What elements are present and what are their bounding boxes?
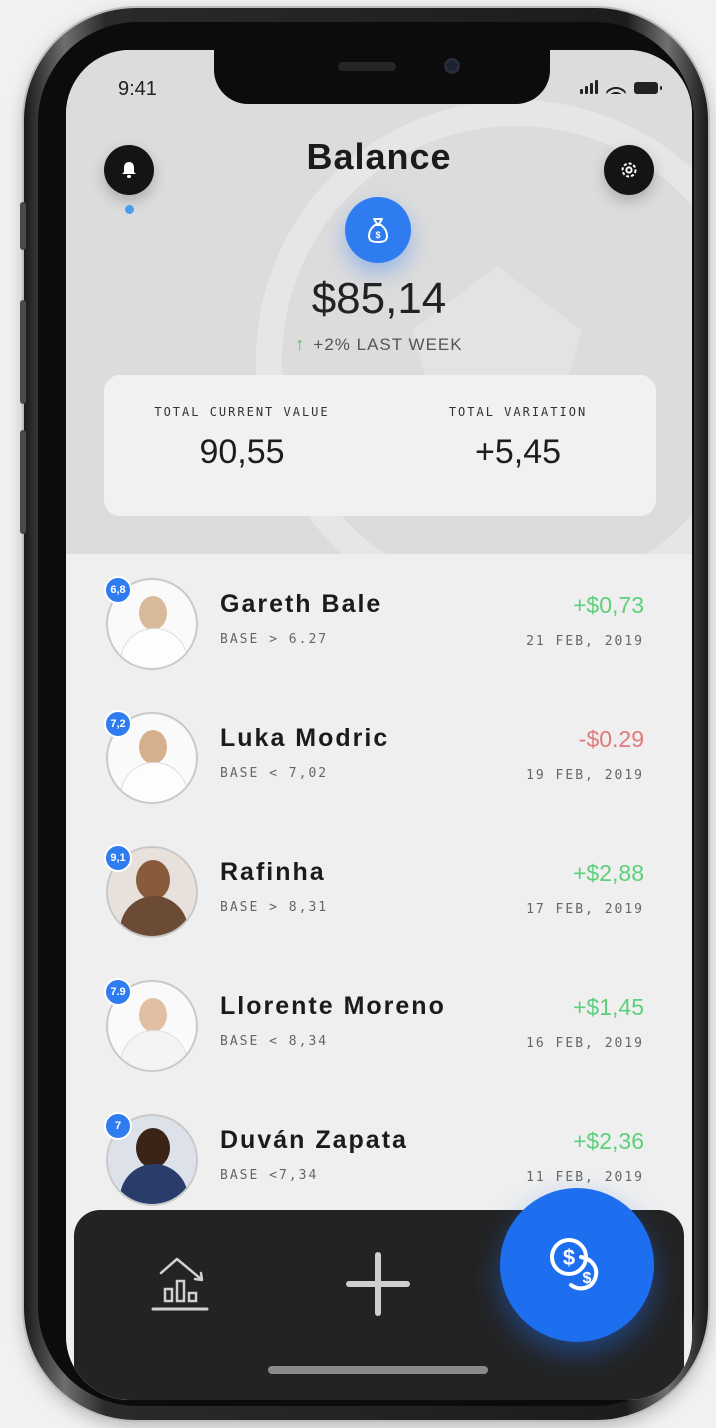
player-date: 21 FEB, 2019 [526,634,644,649]
player-name: Gareth Bale [220,590,383,618]
player-base: BASE < 7,02 [220,766,329,781]
player-date: 11 FEB, 2019 [526,1170,644,1185]
player-row[interactable]: 7.9 Llorente Moreno BASE < 8,34 +$1,45 1… [66,956,692,1086]
total-variation: TOTAL VARIATION +5,45 [380,375,656,516]
tab-stats[interactable] [144,1246,216,1318]
status-time: 9:41 [118,78,157,100]
stats-icon [151,1257,209,1311]
total-variation-label: TOTAL VARIATION [448,405,588,419]
player-base: BASE > 8,31 [220,900,329,915]
tab-add[interactable] [340,1246,416,1322]
home-indicator[interactable] [268,1366,488,1374]
total-variation-amount: +5,45 [474,433,562,471]
mute-switch [20,202,26,250]
balance-amount: $85,14 [311,274,447,323]
player-change: -$0.29 [578,726,644,752]
player-rating-badge: 9,1 [104,844,132,872]
front-camera [444,58,460,74]
player-rating-badge: 7 [104,1112,132,1140]
player-change: +$1,45 [573,994,644,1020]
app-screen: 9:41 Balance $ $85,14 ↑ +2% LAST WEEK TO… [66,50,692,1400]
coins-icon: $ $ [550,1238,599,1291]
wallet-button[interactable]: $ [345,197,411,263]
player-date: 16 FEB, 2019 [526,1036,644,1051]
player-row[interactable]: 9,1 Rafinha BASE > 8,31 +$2,88 17 FEB, 2… [66,822,692,952]
wifi-icon [606,80,626,94]
svg-text:$: $ [563,1245,575,1270]
player-base: BASE > 6.27 [220,632,329,647]
total-current-value-amount: 90,55 [199,433,285,471]
notification-indicator [125,205,134,214]
svg-text:$: $ [583,1270,592,1287]
notch [214,50,550,104]
money-bag-icon: $ [368,218,388,243]
weekly-change-label: +2% LAST WEEK [313,334,463,354]
volume-down-button [20,430,26,534]
weekly-change: ↑ +2% LAST WEEK [66,334,692,355]
settings-button[interactable] [604,145,654,195]
player-change: +$2,36 [573,1128,644,1154]
plus-icon [346,1252,410,1316]
total-current-value-label: TOTAL CURRENT VALUE [154,405,330,419]
player-name: Llorente Moreno [220,992,446,1020]
summary-card: TOTAL CURRENT VALUE 90,55 TOTAL VARIATIO… [104,375,656,516]
total-current-value: TOTAL CURRENT VALUE 90,55 [104,375,380,516]
player-row[interactable]: 7,2 Luka Modric BASE < 7,02 -$0.29 19 FE… [66,688,692,818]
player-change: +$0,73 [573,592,644,618]
speaker [338,62,396,71]
player-base: BASE < 8,34 [220,1034,329,1049]
player-rating-badge: 6,8 [104,576,132,604]
player-name: Rafinha [220,858,326,886]
status-icons [580,80,662,94]
battery-icon [634,82,662,94]
player-change: +$2,88 [573,860,644,886]
player-rating-badge: 7.9 [104,978,132,1006]
player-base: BASE <7,34 [220,1168,319,1183]
player-date: 17 FEB, 2019 [526,902,644,917]
gear-icon [621,162,637,178]
arrow-up-icon: ↑ [295,334,306,354]
player-date: 19 FEB, 2019 [526,768,644,783]
player-name: Luka Modric [220,724,390,752]
player-row[interactable]: 6,8 Gareth Bale BASE > 6.27 +$0,73 21 FE… [66,554,692,684]
page-title: Balance [306,136,452,177]
player-rating-badge: 7,2 [104,710,132,738]
player-name: Duván Zapata [220,1126,408,1154]
volume-up-button [20,300,26,404]
signal-icon [580,80,598,94]
coins-tab-button[interactable]: $ $ [500,1188,654,1342]
svg-text:$: $ [375,230,380,240]
